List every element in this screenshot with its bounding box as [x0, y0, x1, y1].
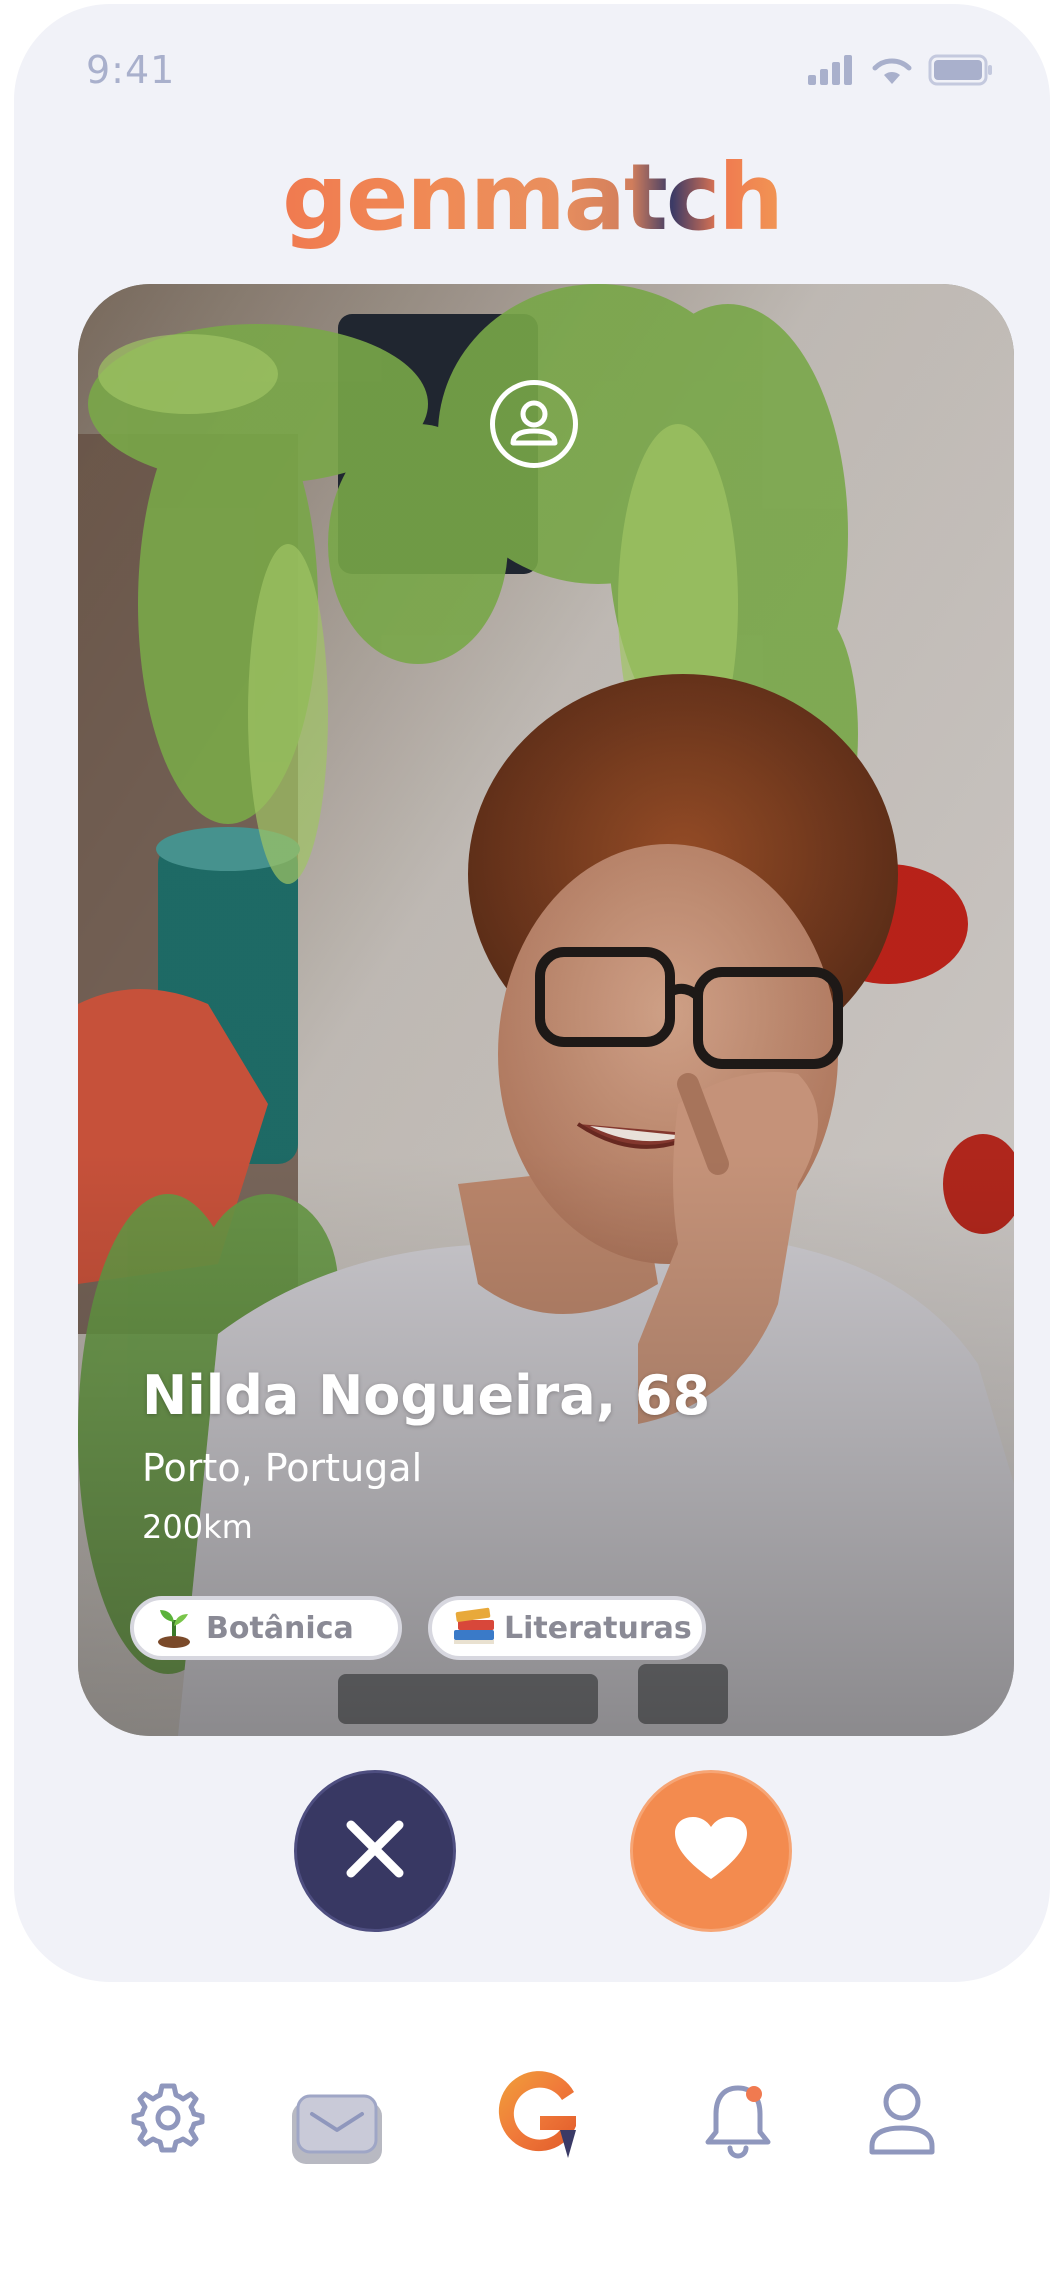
app-logo-text: genmatch — [282, 144, 784, 251]
interest-tag-literaturas[interactable]: Literaturas — [428, 1596, 706, 1660]
nav-messages[interactable] — [290, 2092, 384, 2170]
phone-frame: 9:41 genmatch Nilda Nogueira, 68 Porto, … — [14, 4, 1050, 1982]
gear-icon — [130, 2080, 206, 2160]
status-icons — [808, 54, 994, 90]
heart-icon — [673, 1815, 749, 1887]
app-logo: genmatch — [14, 144, 1050, 251]
like-button[interactable] — [630, 1770, 792, 1932]
status-time: 9:41 — [86, 48, 176, 92]
books-icon — [452, 1606, 494, 1650]
profile-distance: 200km — [142, 1508, 253, 1546]
interest-tag-label: Botânica — [206, 1610, 354, 1646]
mail-icon — [290, 2092, 384, 2170]
wifi-icon — [870, 54, 914, 90]
seedling-icon — [154, 1606, 194, 1650]
signal-icon — [808, 55, 856, 89]
profile-card[interactable]: Nilda Nogueira, 68 Porto, Portugal 200km… — [78, 284, 1014, 1736]
close-icon — [343, 1817, 407, 1885]
bottom-nav — [0, 2040, 1064, 2240]
profile-name-age: Nilda Nogueira, 68 — [142, 1364, 711, 1427]
user-icon[interactable] — [490, 380, 578, 468]
nav-settings[interactable] — [130, 2080, 206, 2160]
user-icon — [868, 2080, 936, 2160]
dislike-button[interactable] — [294, 1770, 456, 1932]
interest-tag-botanica[interactable]: Botânica — [130, 1596, 402, 1660]
profile-location: Porto, Portugal — [142, 1446, 423, 1490]
nav-profile[interactable] — [868, 2080, 936, 2160]
battery-icon — [928, 54, 994, 90]
nav-notifications[interactable] — [700, 2080, 776, 2164]
nav-home[interactable] — [494, 2070, 582, 2166]
genmatch-logo-icon — [494, 2070, 582, 2166]
interest-tag-label: Literaturas — [504, 1610, 692, 1646]
bell-icon — [700, 2080, 776, 2164]
